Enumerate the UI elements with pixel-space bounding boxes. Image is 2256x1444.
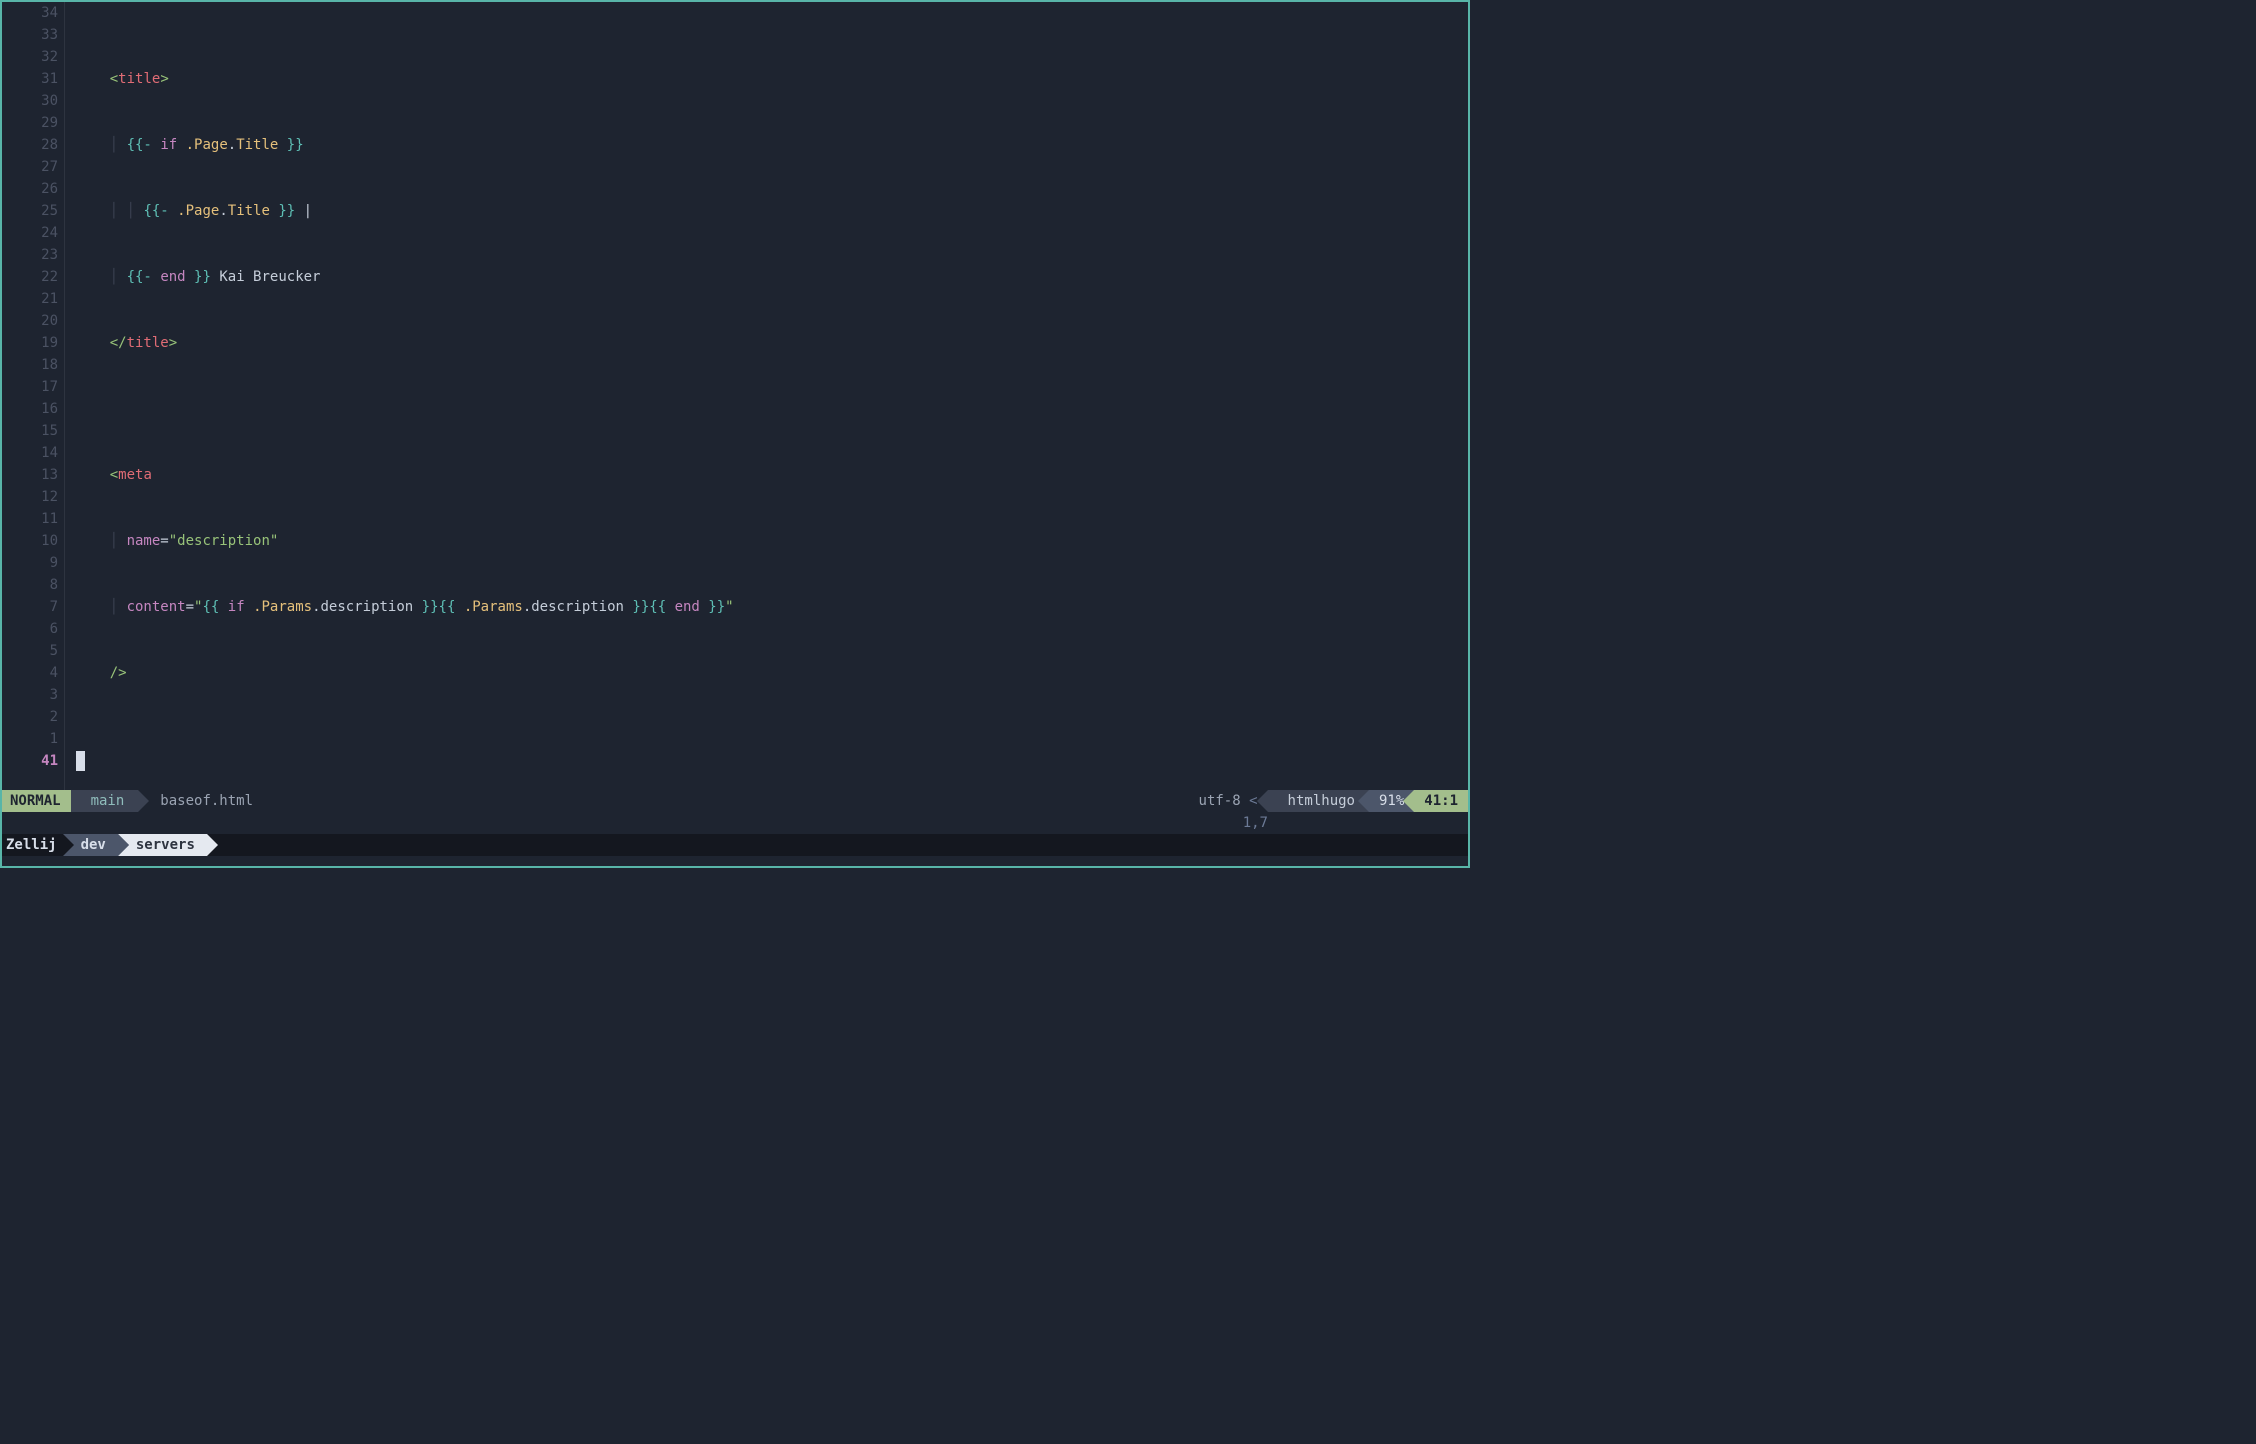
line-number: 7 [2,596,58,618]
line-number: 13 [2,464,58,486]
line-number: 9 [2,552,58,574]
mode-indicator: NORMAL [2,790,71,812]
file-name: baseof.html [138,790,253,812]
line-number: 29 [2,112,58,134]
zellij-tab-servers[interactable]: servers [118,834,207,856]
line-number: 3 [2,684,58,706]
line-number: 14 [2,442,58,464]
fold-guide [64,2,74,790]
editor-statusline: NORMAL main baseof.html utf-8 < htmlhugo… [2,790,1468,812]
line-number-gutter: 3433323130292827262524232221201918171615… [2,2,64,790]
line-number: 26 [2,178,58,200]
git-branch-name: main [91,793,125,809]
line-number: 34 [2,2,58,24]
line-number: 2 [2,706,58,728]
line-number: 28 [2,134,58,156]
filetype-segment: htmlhugo [1268,790,1369,812]
line-number: 1 [2,728,58,750]
zellij-tabbar[interactable]: Zellij dev servers [2,834,1468,856]
line-number: 21 [2,288,58,310]
zellij-logo: Zellij [6,834,63,856]
line-number: 16 [2,398,58,420]
ruler: 1,7 [2,812,1468,834]
line-number: 33 [2,24,58,46]
line-number: 11 [2,508,58,530]
line-number: 15 [2,420,58,442]
line-number: 20 [2,310,58,332]
line-number: 23 [2,244,58,266]
git-branch: main [71,790,139,812]
line-number: 24 [2,222,58,244]
line-number: 5 [2,640,58,662]
line-number: 10 [2,530,58,552]
line-number: 4 [2,662,58,684]
line-number: 6 [2,618,58,640]
filetype-name: htmlhugo [1288,793,1355,809]
line-number: 32 [2,46,58,68]
line-number: 27 [2,156,58,178]
zellij-tab-dev[interactable]: dev [63,834,118,856]
cursor [76,751,85,771]
line-number: 30 [2,90,58,112]
line-number: 25 [2,200,58,222]
line-number: 12 [2,486,58,508]
line-number: 31 [2,68,58,90]
line-number: 18 [2,354,58,376]
line-number: 8 [2,574,58,596]
line-number: 19 [2,332,58,354]
code-area[interactable]: <title> │ {{- if .Page.Title }} │ │ {{- … [76,2,1468,790]
editor-viewport[interactable]: 3433323130292827262524232221201918171615… [2,2,1468,790]
line-number: 17 [2,376,58,398]
cursor-position: 41:1 [1414,790,1468,812]
line-number: 41 [2,750,58,772]
line-number: 22 [2,266,58,288]
